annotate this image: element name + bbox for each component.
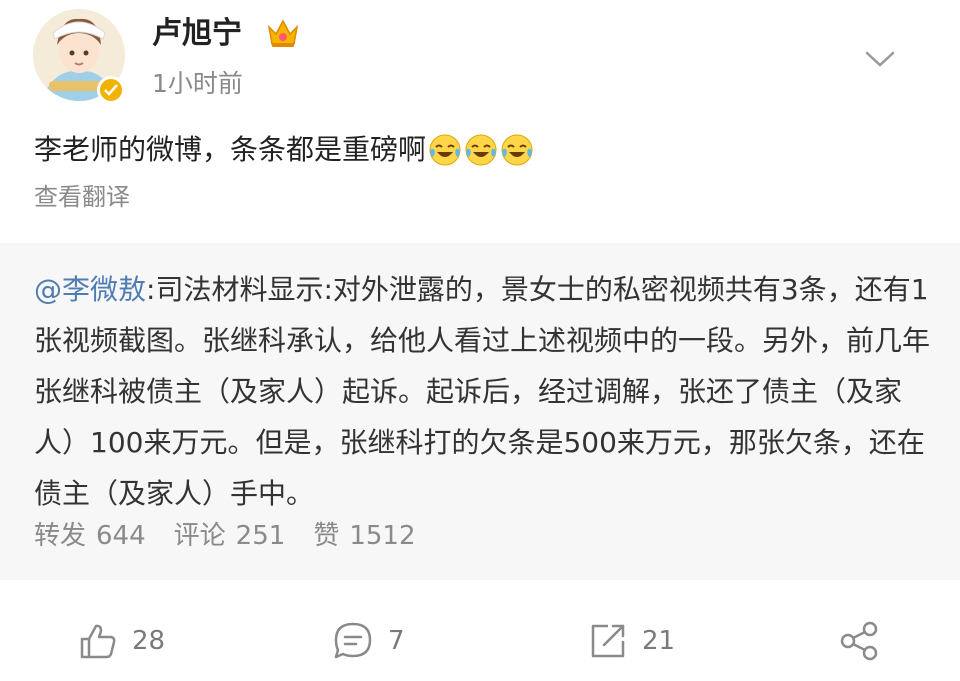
laugh-cry-icon (428, 133, 462, 167)
share-button[interactable] (838, 618, 882, 664)
stat-count: 644 (96, 521, 146, 551)
stat-label: 转发 (34, 521, 87, 551)
verified-badge-icon (97, 76, 125, 104)
post-content: 李老师的微博，条条都是重磅啊 (34, 128, 534, 172)
like-button[interactable]: 28 (78, 618, 165, 664)
thumbs-up-icon (80, 624, 116, 659)
chevron-down-icon[interactable] (864, 48, 896, 70)
repost-stat-comments[interactable]: 评论 251 (174, 514, 286, 558)
repost-icon (591, 624, 625, 658)
stat-count: 251 (235, 521, 286, 551)
mention-link[interactable]: @李微敖 (34, 273, 146, 306)
translate-link[interactable]: 查看翻译 (34, 180, 130, 214)
comment-button[interactable]: 7 (332, 618, 405, 664)
repost-count: 21 (642, 626, 676, 656)
repost-text: @李微敖:司法材料显示:对外泄露的，景女士的私密视频共有3条，还有1张视频截图。… (34, 264, 934, 519)
repost-body: :司法材料显示:对外泄露的，景女士的私密视频共有3条，还有1张视频截图。张继科承… (34, 273, 931, 510)
laugh-cry-icon (464, 133, 498, 167)
comment-icon (334, 622, 372, 659)
reposted-content[interactable]: @李微敖:司法材料显示:对外泄露的，景女士的私密视频共有3条，还有1张视频截图。… (0, 243, 960, 580)
laugh-cry-icon (500, 133, 534, 167)
repost-stat-forwards[interactable]: 转发 644 (34, 514, 146, 558)
repost-button[interactable]: 21 (588, 618, 675, 664)
crown-icon (266, 17, 300, 49)
stat-label: 评论 (173, 521, 226, 551)
repost-stat-likes[interactable]: 赞 1512 (313, 514, 415, 558)
comment-count: 7 (388, 626, 405, 656)
stat-count: 1512 (349, 521, 416, 551)
like-count: 28 (132, 626, 166, 656)
repost-stats: 转发 644 评论 251 赞 1512 (34, 514, 416, 558)
stat-label: 赞 (313, 521, 340, 551)
share-icon (840, 621, 878, 661)
post-timestamp: 1小时前 (152, 69, 243, 98)
username[interactable]: 卢旭宁 (152, 14, 242, 54)
action-bar: 28 7 21 (0, 600, 960, 681)
post-header: 卢旭宁 1小时前 (0, 0, 960, 120)
post-text: 李老师的微博，条条都是重磅啊 (34, 133, 427, 166)
